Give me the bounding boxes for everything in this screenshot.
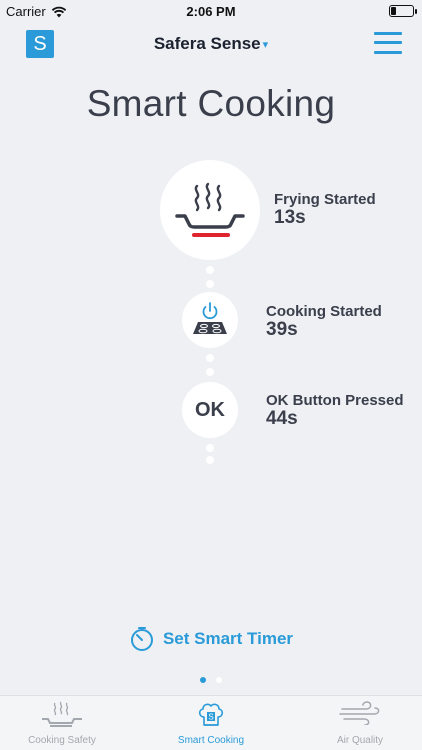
device-selector[interactable]: Safera Sense ▾ (0, 34, 422, 54)
device-name: Safera Sense (153, 34, 261, 53)
battery-icon (389, 5, 417, 17)
chef-hat-icon: S (198, 703, 224, 726)
battery-level (391, 7, 396, 15)
page-indicator[interactable] (216, 677, 222, 683)
tab-cooking-safety[interactable]: Cooking Safety (0, 696, 132, 750)
caret-down-icon: ▾ (262, 39, 269, 52)
status-bar: Carrier 2:06 PM (0, 0, 422, 22)
tab-label: Air Quality (336, 735, 384, 746)
timer-icon (130, 627, 153, 651)
frying-event-circle (160, 160, 260, 260)
event-label: Frying Started (274, 191, 376, 208)
cooking-event-circle (182, 292, 238, 348)
stove-power-icon (193, 302, 227, 334)
frying-pan-icon (175, 182, 245, 237)
timer-label: Set Smart Timer (162, 629, 294, 648)
wind-icon (339, 701, 380, 725)
event-label: OK Button Pressed (266, 392, 404, 409)
tab-air-quality[interactable]: Air Quality (290, 696, 422, 750)
page-indicator-active[interactable] (200, 677, 206, 683)
tab-label: Cooking Safety (28, 735, 96, 746)
event-time: 39s (266, 319, 298, 340)
status-time: 2:06 PM (186, 4, 236, 19)
ok-event-circle: OK (182, 382, 238, 438)
steaming-pan-icon (42, 701, 82, 727)
tab-bar: Cooking Safety S Smart Cooking Air Quali… (0, 695, 422, 750)
tab-smart-cooking[interactable]: S Smart Cooking (141, 696, 281, 750)
event-time: 44s (266, 408, 298, 429)
nav-bar: S Safera Sense ▾ (0, 26, 422, 62)
page-title: Smart Cooking (86, 83, 336, 124)
set-smart-timer-button[interactable]: Set Smart Timer (0, 626, 422, 652)
svg-text:S: S (208, 713, 213, 722)
tab-label: Smart Cooking (177, 735, 245, 746)
event-time: 13s (274, 207, 306, 228)
ok-icon-text: OK (195, 398, 225, 421)
hamburger-menu-icon[interactable] (374, 31, 402, 55)
event-label: Cooking Started (266, 303, 382, 320)
